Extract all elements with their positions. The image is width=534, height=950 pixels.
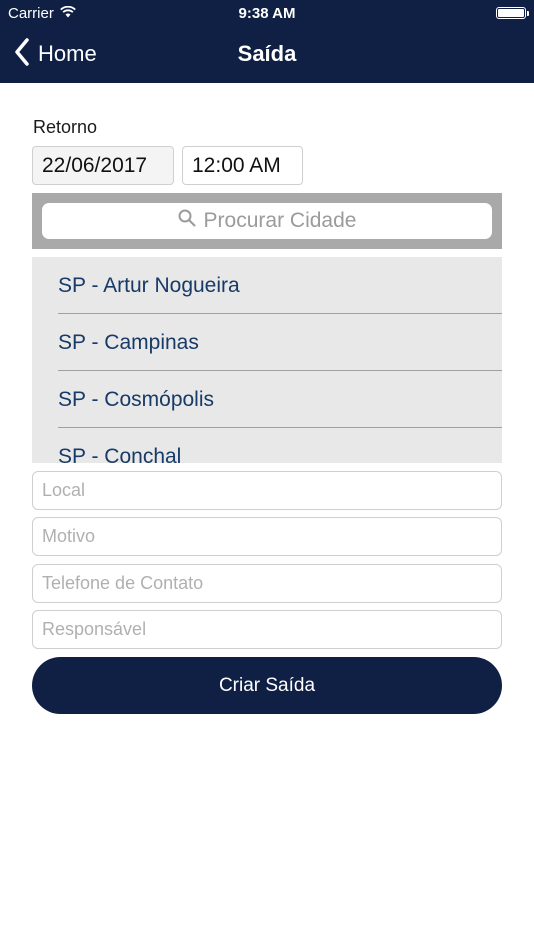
city-item[interactable]: SP - Artur Nogueira — [32, 257, 502, 314]
date-field[interactable]: 22/06/2017 — [32, 146, 174, 185]
time-field[interactable]: 12:00 AM — [182, 146, 303, 185]
responsavel-field[interactable]: Responsável — [32, 610, 502, 649]
retorno-label: Retorno — [33, 117, 98, 137]
city-item[interactable]: SP - Cosmópolis — [32, 371, 502, 428]
status-time: 9:38 AM — [238, 5, 296, 22]
telefone-field[interactable]: Telefone de Contato — [32, 564, 502, 603]
city-list: SP - Artur Nogueira SP - Campinas SP - C… — [32, 257, 502, 463]
city-search-input[interactable]: Procurar Cidade — [42, 203, 492, 239]
motivo-field[interactable]: Motivo — [32, 517, 502, 556]
search-placeholder: Procurar Cidade — [203, 209, 357, 232]
city-search-bar: Procurar Cidade — [32, 193, 502, 249]
city-item[interactable]: SP - Conchal — [32, 428, 502, 464]
city-item[interactable]: SP - Campinas — [32, 314, 502, 371]
page-title: Saída — [237, 41, 297, 66]
battery-icon — [496, 7, 529, 19]
create-saida-button[interactable]: Criar Saída — [32, 657, 502, 714]
status-bar: Carrier 9:38 AM — [0, 0, 534, 28]
search-icon — [178, 209, 196, 233]
local-field[interactable]: Local — [32, 471, 502, 510]
navigation-bar: Carrier 9:38 AM Home Saída — [0, 0, 534, 83]
